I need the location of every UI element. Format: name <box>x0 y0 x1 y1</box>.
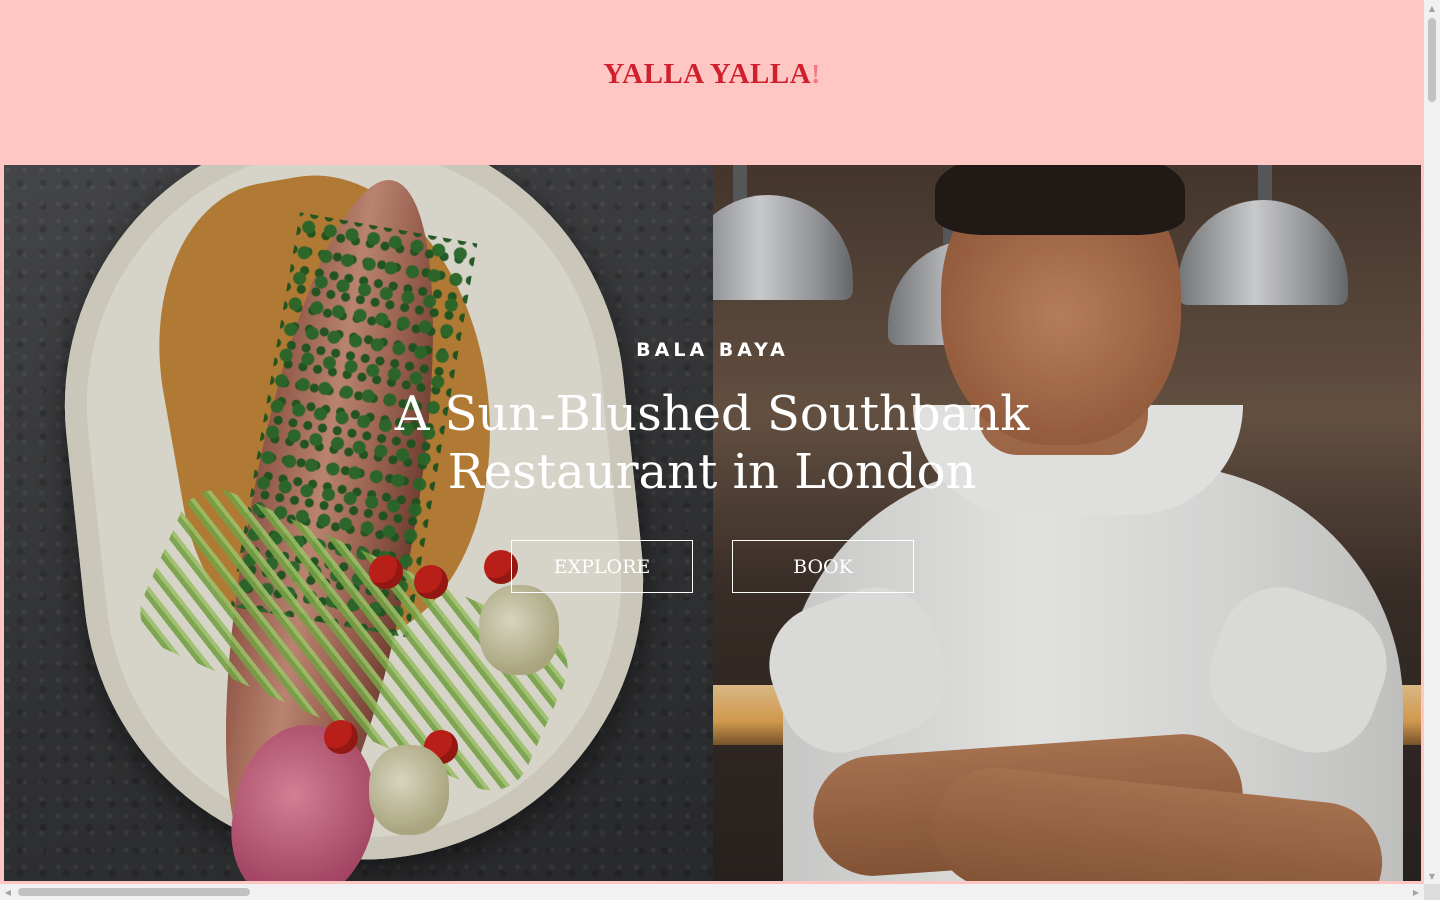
scroll-left-arrow-icon[interactable]: ◀ <box>0 884 16 900</box>
hero-eyebrow: BALA BAYA <box>636 339 789 361</box>
scrollbar-corner <box>1424 884 1440 900</box>
vertical-scrollbar[interactable]: ▲ ▼ <box>1424 0 1440 884</box>
hero-title: A Sun-Blushed Southbank Restaurant in Lo… <box>394 386 1030 500</box>
scroll-down-arrow-icon[interactable]: ▼ <box>1424 868 1440 884</box>
site-logo[interactable]: YALLA YALLA! <box>0 58 1424 91</box>
logo-text: YALLA YALLA <box>603 58 812 90</box>
logo-exclamation: ! <box>811 59 821 89</box>
vertical-scroll-thumb[interactable] <box>1428 18 1436 102</box>
explore-button[interactable]: EXPLORE <box>511 540 693 593</box>
hero-section: BALA BAYA A Sun-Blushed Southbank Restau… <box>4 165 1421 881</box>
scroll-right-arrow-icon[interactable]: ▶ <box>1408 884 1424 900</box>
book-button[interactable]: BOOK <box>732 540 914 593</box>
site-header: YALLA YALLA! <box>0 0 1424 165</box>
horizontal-scrollbar[interactable]: ◀ ▶ <box>0 884 1424 900</box>
horizontal-scroll-thumb[interactable] <box>18 888 250 896</box>
scroll-up-arrow-icon[interactable]: ▲ <box>1424 0 1440 16</box>
hero-content: BALA BAYA A Sun-Blushed Southbank Restau… <box>4 165 1421 881</box>
